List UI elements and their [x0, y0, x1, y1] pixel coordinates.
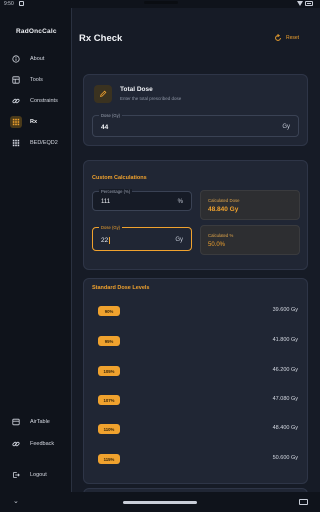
dose-level-row: 110% 48.400 Gy	[98, 423, 298, 435]
page-title: Rx Check	[79, 33, 123, 44]
reset-button[interactable]: Reset	[274, 34, 299, 42]
sidebar-item-logout[interactable]: Logout	[7, 467, 65, 483]
dose-level-value: 47.080 Gy	[272, 396, 298, 402]
calculator-icon	[10, 74, 22, 86]
status-bar: 9:50	[0, 0, 320, 8]
main-content: Rx Check Reset Total Dose Enter the tota…	[73, 8, 320, 492]
reset-label: Reset	[286, 35, 300, 41]
edit-icon	[94, 85, 112, 103]
dose-level-value: 41.800 Gy	[272, 337, 298, 343]
percentage-unit: %	[177, 199, 183, 205]
standard-dose-levels-card: Standard Dose Levels 90% 39.600 Gy 95% 4…	[83, 278, 308, 484]
sidebar-item-label: Feedback	[30, 441, 55, 447]
logout-icon	[10, 469, 22, 481]
calculated-dose-value: 48.840 Gy	[208, 206, 239, 213]
dose-level-badge: 107%	[98, 395, 120, 405]
total-dose-title: Total Dose	[120, 86, 153, 93]
custom-calc-card: Custom Calculations Percentage (%) 111 %…	[83, 160, 308, 270]
grid-icon	[10, 137, 22, 149]
keyboard-icon[interactable]	[299, 499, 308, 505]
dose-level-badge: 90%	[98, 306, 120, 316]
percentage-input[interactable]: Percentage (%) 111 %	[92, 189, 192, 211]
sidebar-item-label: Logout	[30, 472, 47, 478]
dose-value-wrap: 22	[101, 237, 111, 245]
percentage-value: 111	[101, 199, 111, 205]
system-nav-bar: ⌄	[0, 492, 320, 512]
refresh-icon	[274, 34, 282, 42]
dose-level-badge: 115%	[98, 454, 120, 464]
total-dose-input[interactable]: Dose (Gy) 44 Gy	[92, 113, 299, 137]
total-dose-value: 44	[101, 124, 109, 131]
sidebar-item-label: Constraints	[30, 98, 58, 104]
sidebar-item-bed-eqd2[interactable]: BED/EQD2	[7, 135, 65, 151]
percentage-field-label: Percentage (%)	[99, 189, 133, 194]
dose-level-value: 50.600 Gy	[272, 455, 298, 461]
dose-level-badge: 110%	[98, 424, 120, 434]
sidebar-item-label: Rx	[30, 119, 38, 125]
dose-level-row: 105% 46.200 Gy	[98, 365, 298, 377]
sidebar-item-tools[interactable]: Tools	[7, 72, 65, 88]
calculated-dose-label: Calculated Dose	[208, 198, 240, 203]
info-icon	[10, 53, 22, 65]
app-brand: RadOncCalc	[16, 28, 57, 35]
total-dose-unit: Gy	[282, 124, 290, 130]
notification-icon	[19, 1, 24, 6]
sidebar: RadOncCalc About Tools Constraints Rx BE…	[0, 8, 72, 492]
dose-level-badge: 95%	[98, 336, 120, 346]
dose-input[interactable]: Dose (Gy) 22 Gy	[92, 225, 192, 251]
dose-level-row: 107% 47.080 Gy	[98, 394, 298, 406]
dose-level-value: 46.200 Gy	[272, 367, 298, 373]
standard-levels-title: Standard Dose Levels	[92, 285, 150, 291]
back-chevron-icon[interactable]: ⌄	[13, 497, 19, 505]
calculated-percent-label: Calculated %	[208, 233, 234, 238]
dose-level-value: 48.400 Gy	[272, 425, 298, 431]
calculated-dose-box: Calculated Dose 48.840 Gy	[200, 190, 300, 220]
total-dose-subtitle: Enter the total prescribed dose	[120, 96, 182, 101]
calculated-percent-box: Calculated % 50.0%	[200, 225, 300, 255]
table-icon	[10, 416, 22, 428]
calculated-percent-value: 50.0%	[208, 242, 226, 248]
dose-field-label: Dose (Gy)	[99, 225, 123, 230]
total-dose-field-label: Dose (Gy)	[99, 113, 123, 118]
text-cursor	[109, 237, 111, 244]
sidebar-item-feedback[interactable]: Feedback	[7, 436, 65, 452]
dose-level-row: 115% 50.600 Gy	[98, 453, 298, 465]
camera-cutout	[144, 1, 178, 4]
custom-calc-title: Custom Calculations	[92, 175, 147, 181]
dose-level-value: 39.600 Gy	[272, 307, 298, 313]
dose-value: 22	[101, 237, 109, 245]
sidebar-item-label: AirTable	[30, 419, 50, 425]
dose-level-badge: 105%	[98, 366, 120, 376]
sidebar-item-label: About	[30, 56, 45, 62]
home-handle[interactable]	[123, 501, 197, 504]
dose-level-row: 95% 41.800 Gy	[98, 335, 298, 347]
battery-icon	[305, 1, 313, 6]
link-icon	[10, 438, 22, 450]
sidebar-item-about[interactable]: About	[7, 51, 65, 67]
total-dose-card: Total Dose Enter the total prescribed do…	[83, 74, 308, 146]
sidebar-item-rx[interactable]: Rx	[7, 114, 65, 130]
sidebar-item-airtable[interactable]: AirTable	[7, 414, 65, 430]
sidebar-item-label: BED/EQD2	[30, 140, 58, 146]
dose-unit: Gy	[175, 237, 183, 243]
link-icon	[10, 95, 22, 107]
dose-level-row: 90% 39.600 Gy	[98, 305, 298, 317]
sidebar-item-label: Tools	[30, 77, 43, 83]
sidebar-item-constraints[interactable]: Constraints	[7, 93, 65, 109]
status-time: 9:50	[4, 1, 14, 7]
grid-icon	[10, 116, 22, 128]
wifi-icon	[297, 1, 303, 6]
